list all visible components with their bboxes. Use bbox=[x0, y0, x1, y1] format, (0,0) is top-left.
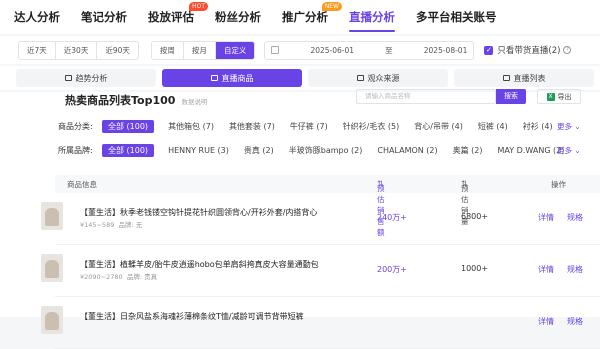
product-image[interactable] bbox=[41, 306, 63, 334]
col-volume[interactable]: 预估销量 ⇅ bbox=[461, 179, 469, 226]
video-icon bbox=[502, 75, 510, 81]
brand-chip[interactable]: CHALAMON (2) bbox=[377, 146, 437, 155]
detail-link[interactable]: 详情 bbox=[538, 316, 554, 327]
category-chip[interactable]: 背心/吊带 (4) bbox=[414, 121, 463, 132]
volume-value: 6800+ bbox=[461, 212, 489, 221]
col-sales[interactable]: 预估销售额 ⇅ bbox=[377, 179, 385, 237]
goods-panel: 热卖商品列表Top100 数据说明 请输入商品名称 搜索 X 导出 商品分类: 全… bbox=[0, 89, 600, 349]
new-badge: NEW bbox=[321, 2, 342, 11]
hot-badge: HOT bbox=[189, 2, 208, 11]
product-title[interactable]: 【董生活】秋季老钱镂空钩针提花针织圆领背心/开衫外套/内搭背心 bbox=[80, 207, 317, 218]
sales-value: 200万+ bbox=[377, 265, 407, 274]
date-start: 2025-06-01 bbox=[310, 45, 355, 55]
brand-more-link[interactable]: 更多 ⌄ bbox=[557, 145, 581, 156]
category-filter-row: 商品分类: 全部 (100) 其他箱包 (7) 其他套装 (7) 牛仔裤 (7)… bbox=[58, 120, 568, 133]
excel-icon: X bbox=[546, 92, 555, 101]
category-chip[interactable]: 全部 (100) bbox=[102, 120, 155, 133]
category-more-link[interactable]: 更多 ⌄ bbox=[557, 121, 581, 132]
date-range-picker[interactable]: 2025-06-01 至 2025-08-01 bbox=[264, 40, 475, 60]
category-chip[interactable]: 衬衫 (4) bbox=[523, 121, 553, 132]
nav-item-talent[interactable]: 达人分析 bbox=[14, 0, 60, 34]
range-90d-button[interactable]: 近90天 bbox=[97, 41, 138, 59]
nav-item-multiplatform[interactable]: 多平台相关账号 bbox=[416, 0, 497, 34]
section-title: 热卖商品列表Top100 bbox=[65, 94, 176, 107]
nav-item-notes[interactable]: 笔记分析 bbox=[81, 0, 127, 34]
data-explanation-link[interactable]: 数据说明 bbox=[181, 96, 207, 106]
audience-icon bbox=[356, 75, 364, 81]
product-image[interactable] bbox=[41, 202, 63, 230]
product-title[interactable]: 【董生活】植鞣羊皮/胎牛皮逍遥hobo包单肩斜挎真皮大容量通勤包 bbox=[80, 259, 319, 270]
brand-chip[interactable]: 半玻饰豚bampo (2) bbox=[289, 145, 363, 156]
brand-filter-row: 所属品牌: 全部 (100) HENNY RUE (3) 贵真 (2) 半玻饰豚… bbox=[58, 144, 579, 157]
col-action: 操作 bbox=[551, 180, 566, 189]
help-icon[interactable]: ? bbox=[563, 46, 572, 54]
brand-chip[interactable]: 贵真 (2) bbox=[244, 145, 274, 156]
category-chip[interactable]: 牛仔裤 (7) bbox=[290, 121, 328, 132]
brand-chip[interactable]: HENNY RUE (3) bbox=[168, 146, 229, 155]
tab-trend[interactable]: 趋势分析 bbox=[16, 69, 156, 87]
top-nav: 达人分析 笔记分析 投放评估 HOT 粉丝分析 推广分析 NEW 直播分析 多平台相… bbox=[0, 0, 600, 34]
brand-filter-label: 所属品牌: bbox=[58, 146, 93, 155]
tab-live-goods[interactable]: 直播商品 bbox=[162, 69, 302, 87]
detail-link[interactable]: 详情 bbox=[538, 212, 554, 223]
table-row: 【董生活】植鞣羊皮/胎牛皮逍遥hobo包单肩斜挎真皮大容量通勤包 ¥2090~2… bbox=[41, 245, 600, 297]
custom-range-button[interactable]: 自定义 bbox=[215, 41, 255, 59]
filter-bar: 近7天 近30天 近90天 按周 按月 自定义 2025-06-01 至 202… bbox=[0, 36, 600, 64]
goods-search-input[interactable]: 请输入商品名称 bbox=[356, 89, 496, 104]
spec-link[interactable]: 规格 bbox=[567, 316, 583, 327]
brand-chip[interactable]: 全部 (100) bbox=[102, 144, 155, 157]
by-week-button[interactable]: 按周 bbox=[151, 41, 184, 59]
search-button[interactable]: 搜索 bbox=[496, 89, 526, 104]
checkbox-checked-icon[interactable]: ✓ bbox=[484, 45, 494, 55]
brand-chip[interactable]: MAY D.WANG (2) bbox=[498, 146, 565, 155]
product-meta: ¥2090~2780 品牌: 贵真 bbox=[80, 273, 158, 281]
by-month-button[interactable]: 按月 bbox=[183, 41, 216, 59]
category-chip[interactable]: 其他套装 (7) bbox=[229, 121, 275, 132]
product-meta: ¥145~589 品牌: 无 bbox=[80, 221, 143, 229]
category-chip[interactable]: 针织衫/毛衣 (5) bbox=[343, 121, 400, 132]
range-7d-button[interactable]: 近7天 bbox=[19, 41, 56, 59]
nav-item-live[interactable]: 直播分析 bbox=[349, 0, 395, 34]
product-image[interactable] bbox=[41, 254, 63, 282]
table-row: 【董生活】日杂风盐系海魂衫薄棉条纹T恤/减龄可调节背带短裤 详情 规格 bbox=[41, 297, 600, 349]
volume-value: 1000+ bbox=[461, 264, 489, 273]
spec-link[interactable]: 规格 bbox=[567, 212, 583, 223]
category-chip[interactable]: 其他箱包 (7) bbox=[168, 121, 214, 132]
live-analysis-tabs: 趋势分析 直播商品 观众来源 直播列表 bbox=[0, 66, 600, 90]
tab-audience-source[interactable]: 观众来源 bbox=[308, 69, 448, 87]
only-with-goods-label: 只看带货直播(2) bbox=[497, 46, 561, 56]
category-chip[interactable]: 短裤 (4) bbox=[478, 121, 508, 132]
nav-item-promotion[interactable]: 推广分析 NEW bbox=[282, 0, 342, 34]
bag-icon bbox=[210, 75, 218, 81]
range-30d-button[interactable]: 近30天 bbox=[55, 41, 98, 59]
table-header: 商品信息 预估销售额 ⇅ 预估销量 ⇅ 操作 bbox=[55, 175, 600, 237]
table-row: 【董生活】秋季老钱镂空钩针提花针织圆领背心/开衫外套/内搭背心 ¥145~589… bbox=[41, 193, 600, 245]
date-end: 2025-08-01 bbox=[423, 45, 468, 55]
sales-value: 240万+ bbox=[377, 213, 407, 222]
nav-item-evaluation[interactable]: 投放评估 HOT bbox=[148, 0, 208, 34]
col-info: 商品信息 bbox=[67, 180, 97, 189]
nav-item-fans[interactable]: 粉丝分析 bbox=[215, 0, 261, 34]
date-separator: 至 bbox=[385, 45, 393, 55]
category-filter-label: 商品分类: bbox=[58, 122, 93, 131]
section-header: 热卖商品列表Top100 数据说明 bbox=[65, 92, 207, 108]
trend-icon bbox=[64, 75, 72, 81]
only-with-goods-toggle[interactable]: ✓ 只看带货直播(2) ? bbox=[484, 44, 572, 56]
granularity-group: 按周 按月 自定义 bbox=[150, 40, 256, 60]
spec-link[interactable]: 规格 bbox=[567, 264, 583, 275]
calendar-icon bbox=[271, 46, 280, 54]
detail-link[interactable]: 详情 bbox=[538, 264, 554, 275]
quick-range-group: 近7天 近30天 近90天 bbox=[18, 40, 139, 60]
brand-chip[interactable]: 奥篇 (2) bbox=[453, 145, 483, 156]
export-button[interactable]: X 导出 bbox=[537, 89, 581, 104]
tab-live-list[interactable]: 直播列表 bbox=[454, 69, 594, 87]
